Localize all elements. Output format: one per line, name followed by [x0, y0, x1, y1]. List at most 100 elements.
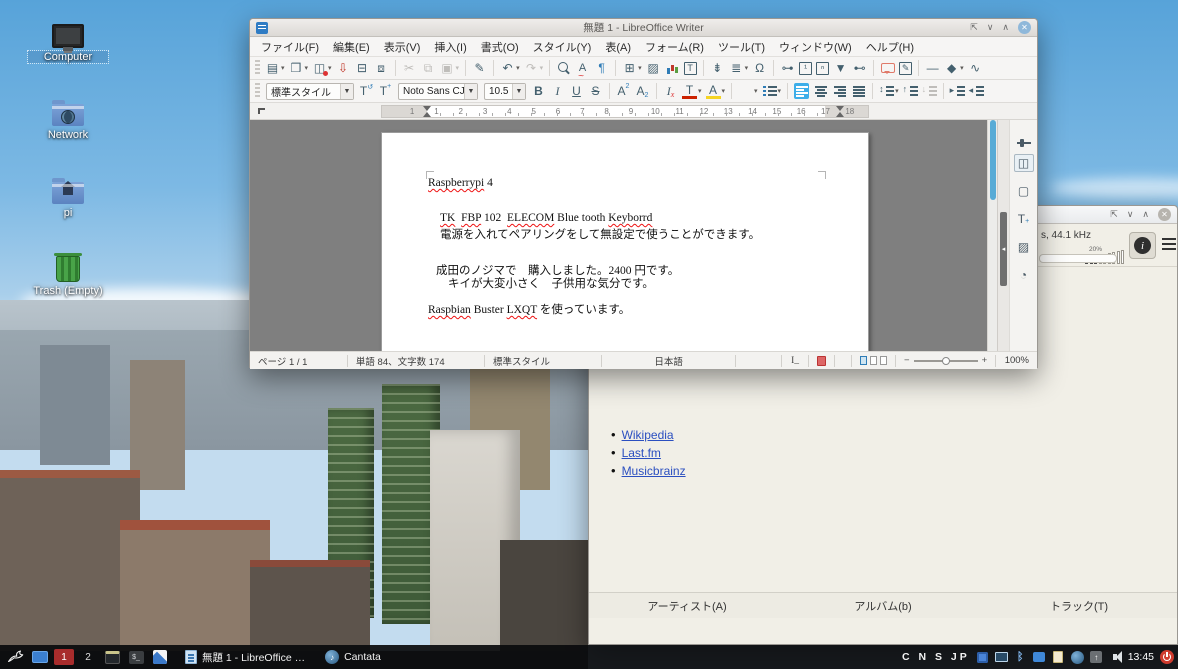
context-link[interactable]: Wikipedia: [622, 428, 674, 442]
shapes-icon[interactable]: ◆ ▾: [942, 59, 966, 77]
highlight-color-icon[interactable]: A ▾: [704, 83, 728, 100]
bold-icon[interactable]: B: [529, 82, 548, 100]
special-character-icon[interactable]: Ω: [750, 59, 769, 77]
para-space-decrease-icon[interactable]: [920, 82, 939, 100]
insert-mode[interactable]: I_: [782, 355, 809, 367]
dropdown-arrow-icon[interactable]: ▾: [281, 64, 285, 72]
dropdown-arrow-icon[interactable]: ▾: [778, 87, 782, 95]
hamburger-menu-icon[interactable]: [1162, 238, 1176, 250]
single-page-view-icon[interactable]: [860, 356, 867, 365]
dropdown-arrow-icon[interactable]: ▾: [516, 64, 520, 72]
align-center-icon[interactable]: [811, 82, 830, 100]
text-language[interactable]: 日本語: [602, 355, 735, 367]
zoom-out-icon[interactable]: −: [904, 355, 910, 366]
qterminal-launcher[interactable]: [102, 647, 122, 667]
power-button-icon[interactable]: [1160, 650, 1174, 664]
menu-item[interactable]: 表示(V): [377, 37, 428, 57]
new-style-icon[interactable]: T: [376, 82, 395, 100]
workspace-1-button[interactable]: 1: [54, 649, 74, 665]
dropdown-arrow-icon[interactable]: ▾: [698, 87, 702, 95]
clone-formatting-icon[interactable]: ✎: [470, 59, 489, 77]
line-spacing-icon[interactable]: ▾: [877, 82, 901, 100]
terminal-launcher[interactable]: $_: [126, 647, 146, 667]
insert-textbox-icon[interactable]: T: [682, 61, 699, 76]
dropdown-arrow-icon[interactable]: ▾: [722, 87, 726, 95]
hyperlink-icon[interactable]: ⊶: [778, 59, 797, 77]
paragraph-style-combo[interactable]: 標準スタイル ▼: [266, 83, 354, 100]
tab-stop-selector-icon[interactable]: [258, 108, 265, 114]
italic-icon[interactable]: I: [548, 82, 567, 100]
network-tray-icon[interactable]: [995, 651, 1008, 664]
cross-reference-icon[interactable]: ⊷: [850, 59, 869, 77]
menu-item[interactable]: フォーム(R): [638, 37, 711, 57]
word-count[interactable]: 単語 84、文字数 174: [348, 355, 485, 367]
line-icon[interactable]: —: [923, 59, 942, 77]
shade-icon[interactable]: ⇱: [1110, 210, 1118, 219]
update-style-icon[interactable]: T: [357, 82, 376, 100]
cantata-tray-icon[interactable]: [1071, 651, 1084, 664]
chevron-down-icon[interactable]: ▼: [340, 84, 353, 99]
para-space-increase-icon[interactable]: [901, 82, 920, 100]
menu-item[interactable]: 書式(O): [474, 37, 526, 57]
export-pdf-icon[interactable]: ⇩: [334, 59, 353, 77]
sidebar-splitter[interactable]: ◂: [997, 120, 1009, 351]
sidebar-gallery-icon[interactable]: ▨: [1014, 238, 1034, 256]
new-document-icon[interactable]: ▤ ▾: [263, 59, 287, 77]
desktop-icon-network[interactable]: Network: [28, 92, 108, 141]
insert-table-icon[interactable]: ⊞ ▾: [620, 59, 644, 77]
bullet-list-icon[interactable]: ▾: [736, 82, 760, 100]
first-line-indent-marker[interactable]: [423, 106, 431, 111]
sidebar-navigator-icon[interactable]: ◔: [1014, 266, 1034, 284]
endnote-icon[interactable]: ⁿ: [814, 61, 831, 76]
bookmark-icon[interactable]: ▼: [831, 59, 850, 77]
minimize-icon[interactable]: ∨: [987, 23, 994, 32]
workspace-2-button[interactable]: 2: [78, 649, 98, 665]
task-button-cantata[interactable]: ♪ Cantata: [318, 647, 388, 667]
dropdown-arrow-icon[interactable]: ▾: [305, 64, 309, 72]
decrease-indent-icon[interactable]: [967, 82, 986, 100]
insert-field-icon[interactable]: ≣ ▾: [727, 59, 751, 77]
clipboard-tray-icon[interactable]: [1052, 651, 1065, 664]
dropdown-arrow-icon[interactable]: ▾: [638, 64, 642, 72]
insert-chart-icon[interactable]: [663, 59, 682, 77]
menu-item[interactable]: スタイル(Y): [526, 37, 599, 57]
right-indent-marker[interactable]: [836, 106, 844, 111]
dropdown-arrow-icon[interactable]: ▾: [540, 64, 544, 72]
toolbar-grip[interactable]: [255, 83, 260, 99]
zoom-slider-track[interactable]: [914, 360, 978, 362]
dropdown-arrow-icon[interactable]: ▾: [745, 64, 749, 72]
save-icon[interactable]: ◫ ▾: [310, 59, 334, 77]
save-status[interactable]: [809, 355, 835, 367]
redo-icon[interactable]: ↷ ▾: [522, 59, 546, 77]
print-preview-icon[interactable]: ⧈: [372, 59, 391, 77]
chevron-down-icon[interactable]: ▼: [464, 84, 477, 99]
clock[interactable]: 13:45: [1128, 651, 1154, 663]
book-view-icon[interactable]: [880, 356, 887, 365]
text-editor-launcher[interactable]: [150, 647, 170, 667]
find-replace-icon[interactable]: [554, 59, 573, 77]
copy-icon[interactable]: ⧉: [419, 59, 438, 77]
input-method-status[interactable]: C N S JP: [902, 651, 970, 663]
comment-icon[interactable]: [878, 59, 897, 77]
sidebar-settings-icon[interactable]: [1014, 126, 1034, 144]
freeform-line-icon[interactable]: ∿: [966, 59, 985, 77]
seek-slider[interactable]: [1039, 254, 1117, 263]
zoom-in-icon[interactable]: +: [982, 355, 988, 366]
font-color-icon[interactable]: T ▾: [680, 83, 704, 100]
font-size-combo[interactable]: 10.5 ▼: [484, 83, 526, 100]
chevron-down-icon[interactable]: ▼: [512, 84, 525, 99]
open-icon[interactable]: ❒ ▾: [287, 59, 311, 77]
horizontal-ruler[interactable]: 1123456789101112131415161718: [250, 103, 1037, 120]
right-indent-marker[interactable]: [836, 112, 844, 117]
print-icon[interactable]: ⊟: [353, 59, 372, 77]
sidebar-hide-handle[interactable]: ◂: [1000, 212, 1007, 286]
left-indent-marker[interactable]: [423, 112, 431, 117]
context-link[interactable]: Musicbrainz: [622, 464, 686, 478]
cut-icon[interactable]: ✂: [400, 59, 419, 77]
paste-icon[interactable]: ▣ ▾: [438, 59, 462, 77]
sidebar-styles-icon[interactable]: T: [1014, 210, 1034, 228]
align-left-icon[interactable]: [792, 82, 811, 100]
maximize-icon[interactable]: ∧: [1142, 210, 1149, 219]
strikethrough-icon[interactable]: S: [586, 82, 605, 100]
library-tab[interactable]: アルバム(b): [785, 593, 981, 618]
